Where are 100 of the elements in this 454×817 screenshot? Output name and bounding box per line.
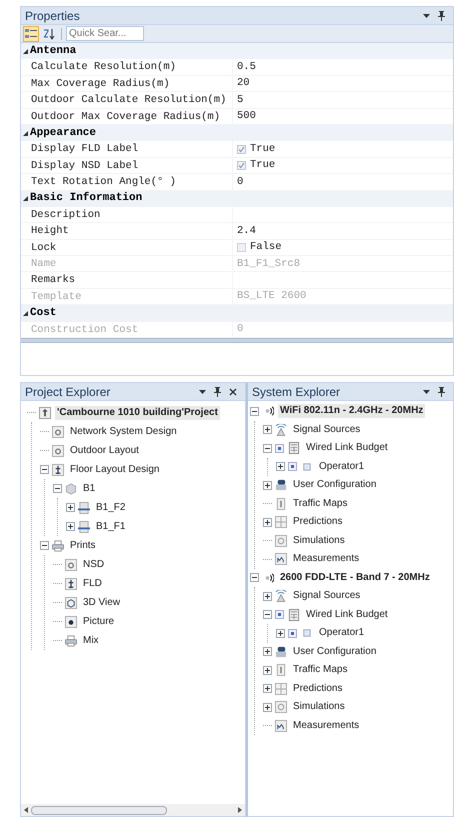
- property-value[interactable]: 0: [237, 176, 244, 188]
- collapse-box-icon[interactable]: [263, 444, 272, 453]
- expand-box-icon[interactable]: [263, 684, 272, 694]
- collapse-box-icon[interactable]: [250, 573, 259, 582]
- floor-plan-icon: [78, 502, 90, 514]
- collapse-triangle-icon[interactable]: [23, 48, 28, 54]
- tree-item[interactable]: Picture: [81, 614, 116, 629]
- checkbox[interactable]: [237, 160, 246, 170]
- collapse-box-icon[interactable]: [53, 484, 62, 494]
- tree-item[interactable]: Measurements: [291, 552, 362, 566]
- project-icon: [39, 406, 51, 419]
- pin-icon[interactable]: [438, 386, 445, 397]
- collapse-box-icon[interactable]: [40, 541, 49, 550]
- tree-item[interactable]: 3D View: [81, 596, 122, 610]
- category-label: Cost: [30, 308, 56, 319]
- collapse-triangle-icon[interactable]: [23, 310, 28, 316]
- property-value[interactable]: True: [250, 160, 276, 171]
- tree-item[interactable]: 2600 FDD-LTE - Band 7 - 20MHz: [278, 570, 432, 585]
- tree-item[interactable]: Operator1: [317, 626, 366, 640]
- categorized-view-button[interactable]: [23, 26, 39, 42]
- tree-item[interactable]: Prints: [68, 538, 98, 553]
- tree-item[interactable]: B1_F1: [94, 520, 128, 534]
- gear-document-icon: [65, 558, 77, 571]
- expand-box-icon[interactable]: [263, 592, 272, 601]
- tree-item[interactable]: B1: [81, 482, 98, 496]
- cube-document-icon: [65, 596, 77, 609]
- property-value[interactable]: 5: [237, 94, 244, 106]
- property-value[interactable]: 0.5: [237, 62, 256, 72]
- tree-item[interactable]: B1_F2: [94, 500, 128, 515]
- collapse-box-icon[interactable]: [250, 406, 259, 416]
- expand-box-icon[interactable]: [66, 522, 75, 532]
- horizontal-scrollbar[interactable]: [21, 804, 245, 816]
- property-value[interactable]: 500: [237, 111, 256, 122]
- tree-item[interactable]: Wired Link Budget: [304, 441, 390, 456]
- expand-box-icon[interactable]: [276, 628, 285, 638]
- dropdown-icon[interactable]: [199, 390, 206, 394]
- quick-search-field[interactable]: Quick Sear...: [66, 26, 144, 41]
- pin-icon[interactable]: [438, 10, 445, 20]
- tree-item[interactable]: Mix: [81, 634, 101, 648]
- tree-item[interactable]: Network System Design: [68, 424, 179, 439]
- tree-item[interactable]: Outdoor Layout: [68, 444, 141, 458]
- expand-box-icon[interactable]: [276, 462, 285, 472]
- tree-item[interactable]: Signal Sources: [291, 589, 362, 604]
- category-row[interactable]: Basic Information: [21, 190, 453, 207]
- tree-item[interactable]: Simulations: [291, 700, 347, 714]
- property-value[interactable]: True: [250, 144, 276, 154]
- scroll-left-icon[interactable]: [24, 807, 28, 813]
- property-value[interactable]: 2.4: [237, 226, 256, 236]
- checkbox[interactable]: [288, 462, 297, 472]
- checkbox[interactable]: [237, 242, 246, 252]
- tree-item[interactable]: Floor Layout Design: [68, 462, 162, 477]
- expand-box-icon[interactable]: [263, 647, 272, 656]
- dropdown-icon[interactable]: [423, 390, 430, 394]
- expand-box-icon[interactable]: [263, 425, 272, 434]
- tree-item[interactable]: Measurements: [291, 718, 362, 733]
- expand-box-icon[interactable]: [263, 702, 272, 712]
- dropdown-icon[interactable]: [423, 14, 430, 18]
- expand-box-icon[interactable]: [263, 480, 272, 490]
- tree-item[interactable]: User Configuration: [291, 644, 378, 659]
- traffic-map-icon: [275, 498, 287, 510]
- close-icon[interactable]: [229, 388, 237, 396]
- property-name: Outdoor Max Coverage Radius(m): [21, 108, 233, 124]
- collapse-box-icon[interactable]: [263, 610, 272, 620]
- property-value[interactable]: 20: [237, 78, 250, 89]
- tree-item[interactable]: NSD: [81, 558, 106, 572]
- collapse-triangle-icon[interactable]: [23, 196, 28, 202]
- category-row[interactable]: Antenna: [21, 43, 453, 60]
- checkbox[interactable]: [237, 144, 246, 154]
- expand-box-icon[interactable]: [263, 666, 272, 675]
- collapse-triangle-icon[interactable]: [23, 130, 28, 136]
- expand-box-icon[interactable]: [66, 503, 75, 512]
- tree-item[interactable]: User Configuration: [291, 478, 378, 492]
- cube-icon: [65, 482, 77, 495]
- expand-box-icon[interactable]: [263, 518, 272, 527]
- tree-item[interactable]: Traffic Maps: [291, 663, 350, 678]
- checkbox[interactable]: [288, 628, 297, 638]
- tree-item[interactable]: 'Cambourne 1010 building'Project: [55, 406, 220, 420]
- tree-item[interactable]: Traffic Maps: [291, 496, 350, 511]
- tree-item[interactable]: FLD: [81, 576, 104, 591]
- tree-item[interactable]: Predictions: [291, 682, 344, 696]
- tree-item[interactable]: Predictions: [291, 515, 344, 530]
- checkbox[interactable]: [275, 610, 284, 620]
- property-value[interactable]: False: [250, 242, 282, 253]
- tree-item[interactable]: Simulations: [291, 534, 347, 548]
- pin-icon[interactable]: [214, 386, 221, 397]
- category-row[interactable]: Cost: [21, 305, 453, 322]
- tree-item[interactable]: Signal Sources: [291, 422, 362, 437]
- scroll-right-icon[interactable]: [238, 807, 242, 813]
- scrollbar-thumb[interactable]: [31, 806, 167, 814]
- tree-item[interactable]: Wired Link Budget: [304, 608, 390, 622]
- antenna-icon: [275, 590, 287, 602]
- property-name: Lock: [21, 240, 233, 256]
- property-name: Display NSD Label: [21, 158, 233, 174]
- category-row[interactable]: Appearance: [21, 124, 453, 142]
- tree-item[interactable]: WiFi 802.11n - 2.4GHz - 20MHz: [278, 404, 426, 418]
- property-name: Description: [21, 206, 233, 222]
- collapse-box-icon[interactable]: [40, 465, 49, 474]
- tree-item[interactable]: Operator1: [317, 460, 366, 474]
- checkbox[interactable]: [275, 444, 284, 453]
- gear-document-icon: [52, 444, 64, 457]
